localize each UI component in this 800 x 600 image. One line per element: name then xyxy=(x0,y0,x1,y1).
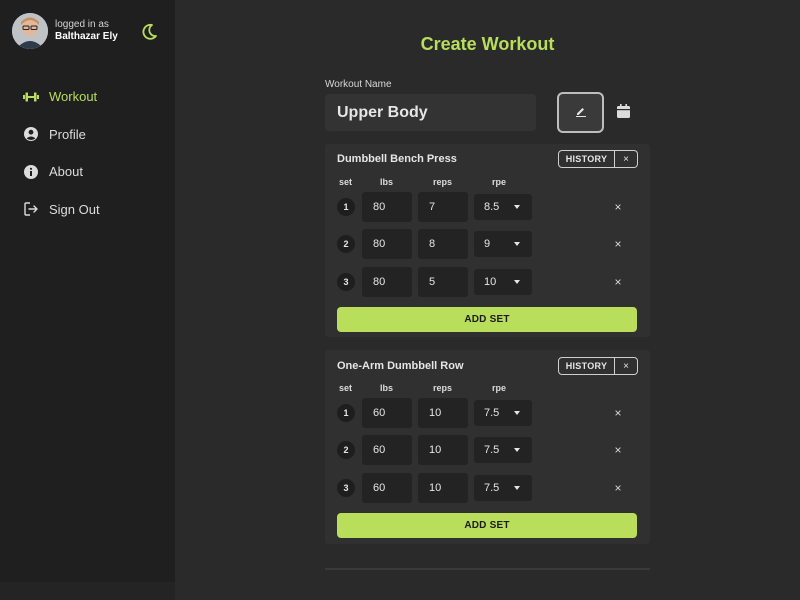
sidebar-nav: Workout Profile About Sign Out xyxy=(22,78,172,228)
reps-input[interactable]: 8 xyxy=(418,229,468,259)
workout-name-input[interactable]: Upper Body xyxy=(325,94,536,131)
caret-down-icon xyxy=(514,205,520,209)
set-number: 2 xyxy=(337,441,355,459)
caret-down-icon xyxy=(514,242,520,246)
rpe-select[interactable]: 7.5 xyxy=(474,437,532,463)
column-header-reps: reps xyxy=(433,383,453,393)
reps-input[interactable]: 5 xyxy=(418,267,468,297)
caret-down-icon xyxy=(514,448,520,452)
column-header-set: set xyxy=(339,383,353,393)
calendar-icon xyxy=(616,103,630,123)
lbs-input[interactable]: 80 xyxy=(362,229,412,259)
rpe-select[interactable]: 7.5 xyxy=(474,475,532,501)
set-number: 2 xyxy=(337,235,355,253)
page-title: Create Workout xyxy=(420,34,555,54)
exercise-name: One-Arm Dumbbell Row xyxy=(337,360,464,372)
set-number: 1 xyxy=(337,198,355,216)
exercise-name: Dumbbell Bench Press xyxy=(337,153,457,165)
sign-out-icon xyxy=(22,200,40,218)
info-icon xyxy=(22,163,40,181)
rpe-value: 7.5 xyxy=(484,482,500,494)
add-set-button[interactable]: ADD SET xyxy=(337,513,637,538)
sidebar-item-label: About xyxy=(49,164,83,180)
rpe-select[interactable]: 9 xyxy=(474,231,532,257)
reps-input[interactable]: 10 xyxy=(418,398,468,428)
sidebar-item-about[interactable]: About xyxy=(22,153,172,191)
caret-down-icon xyxy=(514,411,520,415)
add-set-button[interactable]: ADD SET xyxy=(337,307,637,332)
rpe-value: 7.5 xyxy=(484,444,500,456)
remove-exercise-button[interactable]: × xyxy=(615,357,638,375)
sidebar-item-workout[interactable]: Workout xyxy=(22,78,172,116)
column-header-reps: reps xyxy=(433,177,453,187)
moon-icon[interactable] xyxy=(139,22,159,42)
lbs-input[interactable]: 80 xyxy=(362,267,412,297)
column-header-lbs: lbs xyxy=(380,177,394,187)
remove-set-button[interactable]: × xyxy=(611,481,625,495)
remove-set-button[interactable]: × xyxy=(611,406,625,420)
sidebar-item-label: Workout xyxy=(49,89,98,105)
exercise-card: One-Arm Dumbbell Row HISTORY × set lbs r… xyxy=(325,350,650,544)
lbs-input[interactable]: 60 xyxy=(362,473,412,503)
exercise-card: Dumbbell Bench Press HISTORY × set lbs r… xyxy=(325,144,650,337)
history-button[interactable]: HISTORY xyxy=(558,357,615,375)
sidebar-item-label: Sign Out xyxy=(49,201,100,217)
reps-input[interactable]: 10 xyxy=(418,473,468,503)
set-number: 1 xyxy=(337,404,355,422)
sidebar-footer xyxy=(0,582,175,600)
sidebar-item-profile[interactable]: Profile xyxy=(22,116,172,154)
remove-set-button[interactable]: × xyxy=(611,443,625,457)
logged-in-label: logged in as xyxy=(55,19,109,30)
user-circle-icon xyxy=(22,125,40,143)
workout-name-label: Workout Name xyxy=(325,79,392,90)
user-name: Balthazar Ely xyxy=(55,31,118,42)
set-number: 3 xyxy=(337,479,355,497)
rpe-value: 9 xyxy=(484,238,491,250)
rpe-select[interactable]: 7.5 xyxy=(474,400,532,426)
edit-name-button[interactable] xyxy=(557,92,604,133)
caret-down-icon xyxy=(514,280,520,284)
column-header-set: set xyxy=(339,177,353,187)
avatar xyxy=(12,13,48,49)
remove-set-button[interactable]: × xyxy=(611,237,625,251)
column-header-lbs: lbs xyxy=(380,383,394,393)
caret-down-icon xyxy=(514,486,520,490)
sidebar-item-label: Profile xyxy=(49,126,86,142)
rpe-select[interactable]: 10 xyxy=(474,269,532,295)
rpe-value: 7.5 xyxy=(484,407,500,419)
sidebar-item-sign-out[interactable]: Sign Out xyxy=(22,191,172,229)
reps-input[interactable]: 7 xyxy=(418,192,468,222)
remove-set-button[interactable]: × xyxy=(611,275,625,289)
calendar-button[interactable] xyxy=(612,102,634,124)
pencil-icon xyxy=(575,104,587,122)
column-header-rpe: rpe xyxy=(492,177,507,187)
lbs-input[interactable]: 60 xyxy=(362,435,412,465)
set-number: 3 xyxy=(337,273,355,291)
rpe-value: 10 xyxy=(484,276,497,288)
rpe-select[interactable]: 8.5 xyxy=(474,194,532,220)
history-button[interactable]: HISTORY xyxy=(558,150,615,168)
lbs-input[interactable]: 60 xyxy=(362,398,412,428)
divider xyxy=(325,568,650,570)
rpe-value: 8.5 xyxy=(484,201,500,213)
lbs-input[interactable]: 80 xyxy=(362,192,412,222)
column-header-rpe: rpe xyxy=(492,383,507,393)
remove-set-button[interactable]: × xyxy=(611,200,625,214)
sidebar: logged in as Balthazar Ely Workout Profi… xyxy=(0,0,175,600)
remove-exercise-button[interactable]: × xyxy=(615,150,638,168)
reps-input[interactable]: 10 xyxy=(418,435,468,465)
dumbbell-icon xyxy=(22,88,40,106)
